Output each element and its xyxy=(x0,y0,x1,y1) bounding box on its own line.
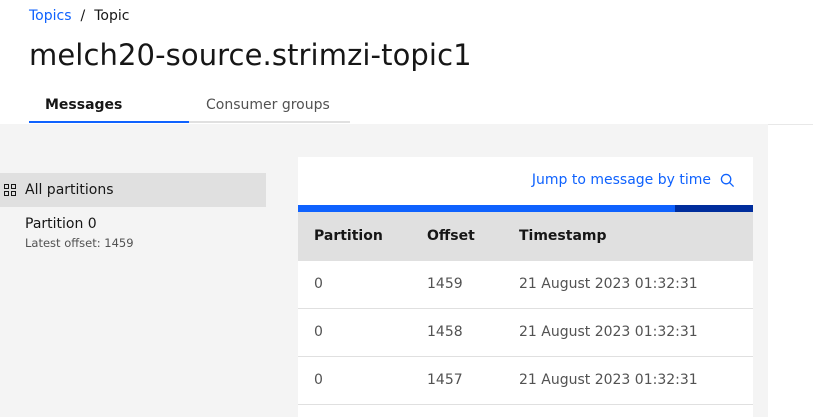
tab-messages[interactable]: Messages xyxy=(29,88,189,123)
right-gutter xyxy=(768,124,813,417)
partition-item[interactable]: Partition 0 Latest offset: 1459 xyxy=(25,216,134,250)
table-row[interactable]: 0 1458 21 August 2023 01:32:31 xyxy=(298,309,753,357)
cell-offset: 1457 xyxy=(427,372,463,388)
column-header-offset[interactable]: Offset xyxy=(427,212,475,261)
messages-panel: Jump to message by time Partition Offset… xyxy=(298,157,753,417)
partition-item-label: Partition 0 xyxy=(25,216,97,232)
partition-latest-offset: Latest offset: 1459 xyxy=(25,236,134,250)
jump-to-time-button[interactable]: Jump to message by time xyxy=(532,172,735,188)
cell-partition: 0 xyxy=(314,276,323,292)
tab-list: Messages Consumer groups xyxy=(29,88,350,123)
cell-timestamp: 21 August 2023 01:32:31 xyxy=(519,372,698,388)
breadcrumb-current: Topic xyxy=(94,8,130,24)
cell-offset: 1459 xyxy=(427,276,463,292)
table-row[interactable]: 0 1457 21 August 2023 01:32:31 xyxy=(298,357,753,405)
jump-to-time-label: Jump to message by time xyxy=(531,172,711,188)
search-icon xyxy=(720,173,735,187)
page-title: melch20-source.strimzi-topic1 xyxy=(29,38,472,72)
breadcrumb-separator: / xyxy=(80,8,86,24)
cell-partition: 0 xyxy=(314,372,323,388)
cell-timestamp: 21 August 2023 01:32:31 xyxy=(519,324,698,340)
column-header-timestamp[interactable]: Timestamp xyxy=(519,212,607,261)
tab-consumer-groups[interactable]: Consumer groups xyxy=(189,88,350,123)
table-row[interactable]: 0 1459 21 August 2023 01:32:31 xyxy=(298,261,753,309)
loading-progress-fill xyxy=(298,205,675,212)
cell-timestamp: 21 August 2023 01:32:31 xyxy=(519,276,698,292)
column-header-partition[interactable]: Partition xyxy=(314,212,383,261)
loading-progress-bar xyxy=(298,205,753,212)
content-area: All partitions Partition 0 Latest offset… xyxy=(0,124,768,417)
breadcrumb: Topics / Topic xyxy=(29,8,129,24)
cell-offset: 1458 xyxy=(427,324,463,340)
grid-icon xyxy=(4,184,16,196)
partition-all-item[interactable]: All partitions xyxy=(0,173,266,207)
breadcrumb-topics-link[interactable]: Topics xyxy=(29,8,72,24)
partition-all-label: All partitions xyxy=(25,182,114,198)
table-header: Partition Offset Timestamp xyxy=(298,212,753,261)
cell-partition: 0 xyxy=(314,324,323,340)
